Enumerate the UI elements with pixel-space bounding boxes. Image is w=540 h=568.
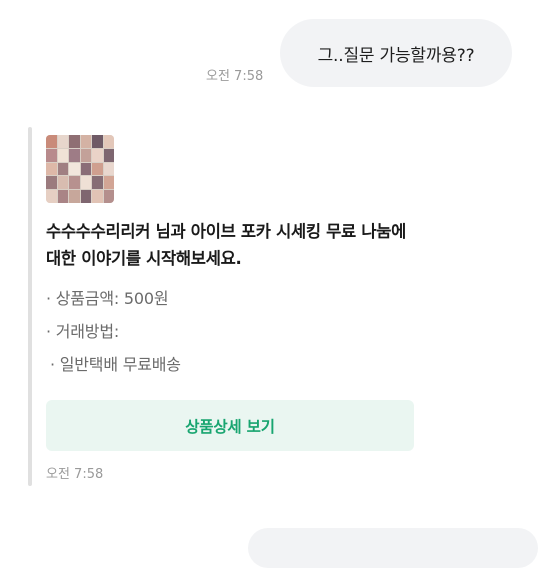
card-message-time: 오전 7:58 [46,467,104,482]
outgoing-message-text: 그..질문 가능할까용?? [317,45,475,66]
trade-method-label: · 거래방법: [46,322,120,341]
product-detail-button-label: 상품상세 보기 [185,417,275,436]
outgoing-message-bubble[interactable]: 그..질문 가능할까용?? [280,19,512,87]
product-detail-button[interactable]: 상품상세 보기 [46,400,414,451]
card-left-border [28,127,32,486]
next-message-bubble[interactable] [248,528,538,568]
price-line: · 상품금액: 500원 [46,289,169,308]
outgoing-message-time: 오전 7:58 [206,69,264,84]
card-title: 수수수수리리커 님과 아이브 포카 시세킹 무료 나눔에 대한 이야기를 시작해… [46,222,407,268]
product-thumbnail[interactable] [46,135,114,203]
trade-method-value: · 일반택배 무료배송 [50,355,181,374]
